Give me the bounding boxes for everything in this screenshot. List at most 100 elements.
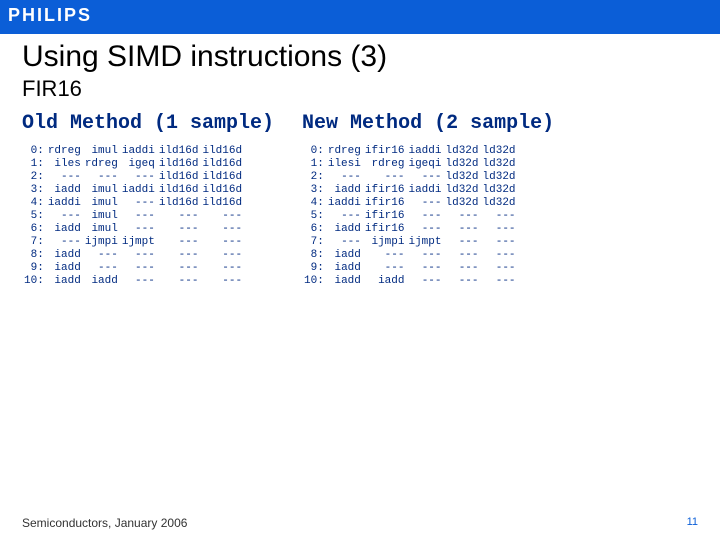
row-index: 6: (302, 223, 326, 236)
right-heading: New Method (2 sample) (302, 112, 554, 135)
code-cell: --- (46, 210, 83, 223)
code-cell: ifir16 (363, 210, 407, 223)
left-column: Old Method (1 sample) 0:rdregimuliaddiil… (22, 112, 274, 288)
code-cell: iadd (326, 223, 363, 236)
code-cell: --- (363, 171, 407, 184)
row-index: 4: (302, 197, 326, 210)
right-column: New Method (2 sample) 0:rdregifir16iaddi… (302, 112, 554, 288)
code-cell: ld32d (481, 184, 518, 197)
table-row: 2:---------ld32dld32d (302, 171, 517, 184)
code-cell: iadd (46, 275, 83, 288)
slide-title: Using SIMD instructions (3) (22, 40, 698, 74)
code-cell: --- (120, 275, 157, 288)
brand-block: PHILIPS (0, 0, 100, 34)
code-cell: ld32d (444, 184, 481, 197)
table-row: 6:iaddimul--------- (22, 223, 244, 236)
table-row: 6:iaddifir16--------- (302, 223, 517, 236)
code-cell: --- (157, 275, 201, 288)
table-row: 1:ilesrdregigeqild16dild16d (22, 158, 244, 171)
code-cell: iaddi (120, 184, 157, 197)
code-cell: iadd (46, 262, 83, 275)
code-cell: iadd (326, 249, 363, 262)
row-index: 10: (22, 275, 46, 288)
code-cell: --- (46, 236, 83, 249)
code-cell: --- (157, 223, 201, 236)
table-row: 7:---ijmpiijmpt------ (22, 236, 244, 249)
page-number: 11 (687, 516, 698, 530)
code-cell: --- (157, 249, 201, 262)
code-cell: --- (326, 171, 363, 184)
code-cell: --- (444, 236, 481, 249)
table-row: 10:iaddiadd--------- (302, 275, 517, 288)
row-index: 1: (22, 158, 46, 171)
top-bar: PHILIPS (0, 0, 720, 34)
row-index: 5: (302, 210, 326, 223)
table-row: 4:iaddiimul---ild16dild16d (22, 197, 244, 210)
table-row: 9:iadd------------ (22, 262, 244, 275)
code-cell: ld32d (444, 158, 481, 171)
code-cell: --- (481, 210, 518, 223)
code-cell: rdreg (363, 158, 407, 171)
code-cell: --- (120, 210, 157, 223)
left-heading: Old Method (1 sample) (22, 112, 274, 135)
code-cell: ild16d (157, 171, 201, 184)
code-cell: --- (363, 249, 407, 262)
code-cell: --- (444, 210, 481, 223)
table-row: 10:iaddiadd--------- (22, 275, 244, 288)
brand-text: PHILIPS (8, 5, 92, 25)
table-row: 8:iadd------------ (22, 249, 244, 262)
code-cell: --- (200, 236, 244, 249)
code-cell: ijmpt (406, 236, 443, 249)
code-cell: --- (481, 223, 518, 236)
code-cell: --- (481, 236, 518, 249)
row-index: 9: (22, 262, 46, 275)
slide-subtitle: FIR16 (22, 76, 698, 102)
columns: Old Method (1 sample) 0:rdregimuliaddiil… (22, 112, 698, 288)
row-index: 3: (302, 184, 326, 197)
row-index: 10: (302, 275, 326, 288)
code-cell: ilesi (326, 158, 363, 171)
code-cell: ild16d (200, 197, 244, 210)
code-cell: ijmpt (120, 236, 157, 249)
code-cell: iaddi (120, 145, 157, 158)
code-cell: --- (481, 262, 518, 275)
code-cell: ild16d (200, 158, 244, 171)
code-cell: --- (326, 210, 363, 223)
code-cell: ijmpi (363, 236, 407, 249)
code-cell: --- (406, 262, 443, 275)
code-cell: ifir16 (363, 197, 407, 210)
code-cell: --- (406, 275, 443, 288)
left-table: 0:rdregimuliaddiild16dild16d1:ilesrdregi… (22, 145, 244, 288)
row-index: 5: (22, 210, 46, 223)
code-cell: ild16d (200, 171, 244, 184)
row-index: 7: (302, 236, 326, 249)
table-row: 0:rdregimuliaddiild16dild16d (22, 145, 244, 158)
code-cell: rdreg (326, 145, 363, 158)
code-cell: iadd (46, 223, 83, 236)
code-cell: ld32d (481, 171, 518, 184)
code-cell: --- (83, 262, 120, 275)
code-cell: iadd (46, 184, 83, 197)
code-cell: --- (120, 171, 157, 184)
code-cell: ild16d (157, 197, 201, 210)
code-cell: imul (83, 210, 120, 223)
code-cell: ild16d (200, 184, 244, 197)
code-cell: iaddi (46, 197, 83, 210)
code-cell: --- (120, 249, 157, 262)
code-cell: --- (200, 275, 244, 288)
footer: Semiconductors, January 2006 11 (22, 516, 698, 530)
table-row: 5:---ifir16--------- (302, 210, 517, 223)
code-cell: ifir16 (363, 145, 407, 158)
code-cell: --- (481, 275, 518, 288)
code-cell: iadd (363, 275, 407, 288)
code-cell: imul (83, 197, 120, 210)
code-cell: ifir16 (363, 223, 407, 236)
code-cell: iadd (326, 275, 363, 288)
code-cell: --- (326, 236, 363, 249)
code-cell: --- (200, 249, 244, 262)
code-cell: iadd (326, 262, 363, 275)
code-cell: ld32d (481, 197, 518, 210)
code-cell: --- (200, 262, 244, 275)
code-cell: --- (157, 210, 201, 223)
row-index: 2: (302, 171, 326, 184)
